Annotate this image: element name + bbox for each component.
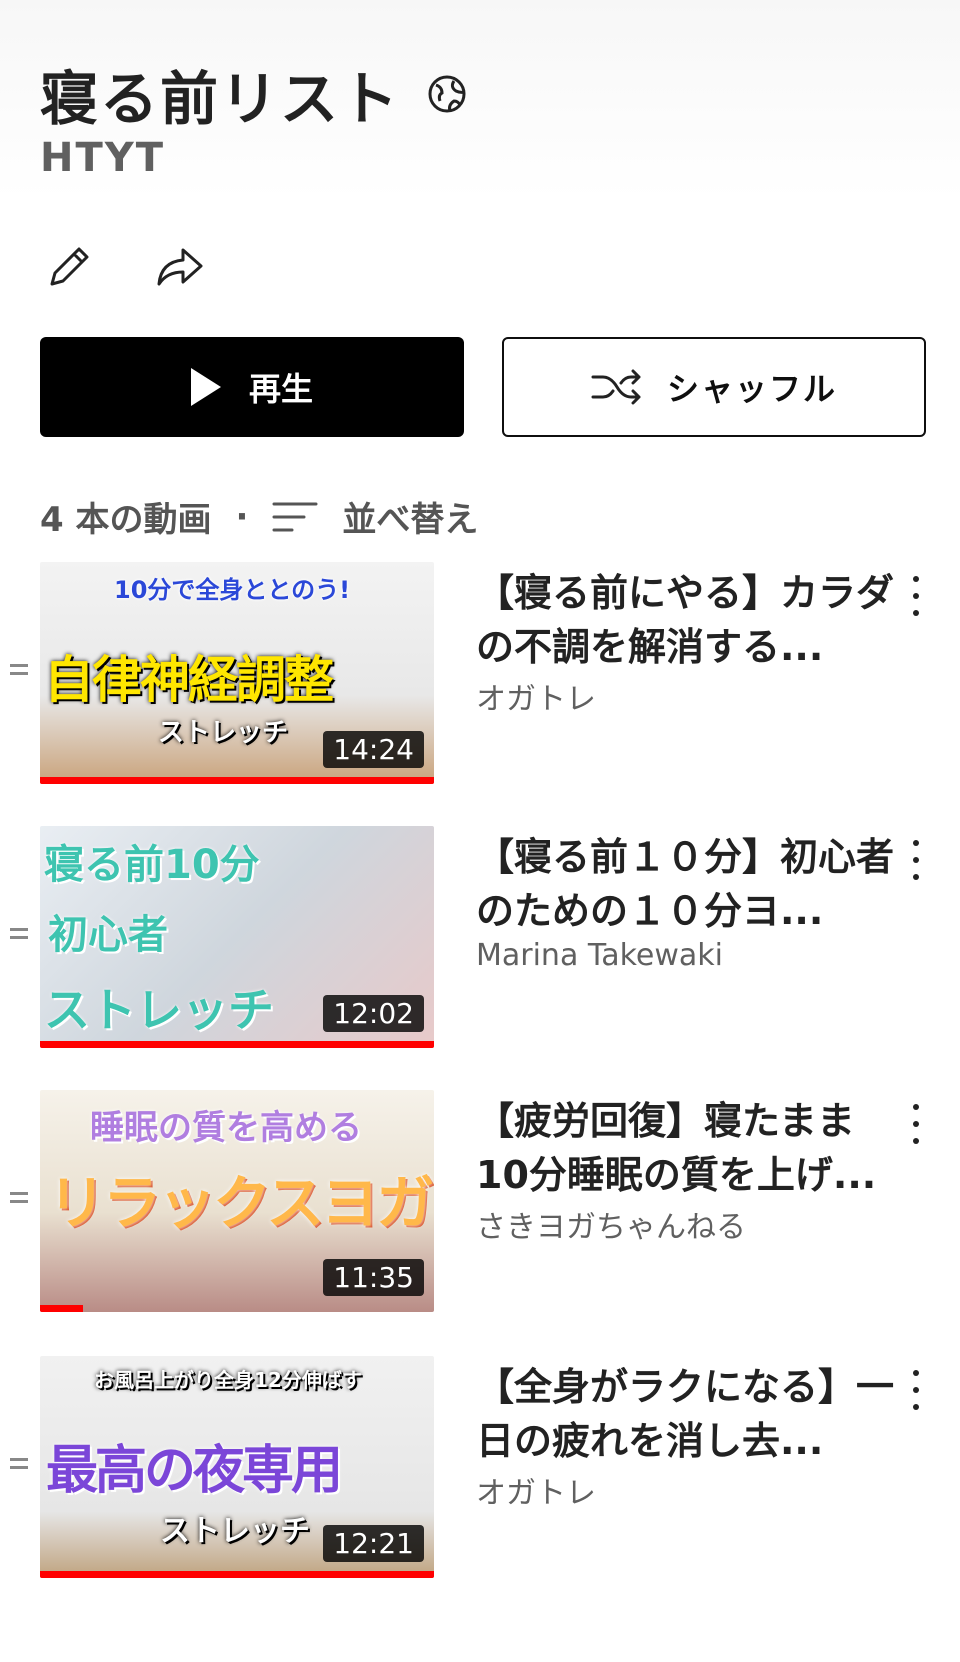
playlist-owner[interactable]: HTYT — [40, 135, 165, 181]
share-button[interactable] — [150, 236, 210, 296]
video-title[interactable]: 【疲労回復】寝たまま10分睡眠の質を上げ... — [476, 1094, 896, 1202]
video-duration: 12:21 — [323, 1525, 424, 1562]
video-duration: 11:35 — [323, 1259, 424, 1296]
drag-handle[interactable] — [10, 1458, 28, 1474]
thumb-caption-top: お風呂上がり全身12分伸ばす — [94, 1368, 362, 1392]
shuffle-icon — [591, 369, 641, 405]
playlist-title: 寝る前リスト — [40, 65, 401, 133]
play-label: 再生 — [248, 370, 313, 408]
video-channel[interactable]: さきヨガちゃんねる — [476, 1202, 746, 1246]
shuffle-button[interactable]: シャッフル — [502, 337, 926, 437]
playlist-meta: 4 本の動画 · 並べ替え — [40, 492, 478, 541]
video-thumbnail[interactable]: 寝る前10分 初心者 ストレッチ 12:02 — [40, 826, 434, 1048]
drag-handle[interactable] — [10, 664, 28, 680]
separator: · — [235, 496, 249, 537]
more-options-icon[interactable] — [906, 1370, 926, 1410]
video-channel[interactable]: Marina Takewaki — [476, 938, 723, 973]
thumb-caption-top: 10分で全身ととのう! — [114, 576, 351, 604]
sort-button[interactable]: 並べ替え — [342, 492, 478, 541]
thumb-caption-main: 初心者 — [48, 912, 168, 958]
play-icon — [190, 368, 221, 406]
video-item[interactable]: お風呂上がり全身12分伸ばす 最高の夜専用 ストレッチ 12:21 【全身がラク… — [0, 1356, 960, 1586]
watch-progress — [40, 1305, 84, 1312]
video-count: 4 本の動画 — [40, 500, 212, 540]
edit-button[interactable] — [40, 236, 100, 296]
thumb-caption-sub: ストレッチ — [158, 718, 289, 748]
drag-handle[interactable] — [10, 928, 28, 944]
playlist-header: 寝る前リスト HTYT — [0, 0, 960, 200]
video-channel[interactable]: オガトレ — [476, 674, 596, 718]
more-options-icon[interactable] — [906, 576, 926, 616]
video-duration: 14:24 — [323, 731, 424, 768]
thumb-caption-main: 自律神経調整 — [44, 651, 334, 709]
video-thumbnail[interactable]: お風呂上がり全身12分伸ばす 最高の夜専用 ストレッチ 12:21 — [40, 1356, 434, 1578]
watch-progress — [40, 777, 434, 784]
thumb-caption-sub: ストレッチ — [44, 983, 274, 1037]
more-options-icon[interactable] — [906, 840, 926, 880]
video-title[interactable]: 【寝る前にやる】カラダの不調を解消する... — [476, 566, 896, 674]
thumb-caption-sub: ストレッチ — [160, 1514, 310, 1549]
shuffle-label: シャッフル — [666, 370, 837, 408]
thumb-caption-top: 睡眠の質を高める — [90, 1108, 362, 1148]
thumb-caption-main: リラックスヨガ — [48, 1169, 434, 1237]
drag-handle[interactable] — [10, 1192, 28, 1208]
video-thumbnail[interactable]: 睡眠の質を高める リラックスヨガ 11:35 — [40, 1090, 434, 1312]
video-thumbnail[interactable]: 10分で全身ととのう! 自律神経調整 ストレッチ 14:24 — [40, 562, 434, 784]
watch-progress — [40, 1571, 434, 1578]
thumb-caption-main: 最高の夜専用 — [46, 1441, 343, 1501]
share-icon — [157, 248, 203, 286]
video-item[interactable]: 睡眠の質を高める リラックスヨガ 11:35 【疲労回復】寝たまま10分睡眠の質… — [0, 1090, 960, 1320]
video-item[interactable]: 寝る前10分 初心者 ストレッチ 12:02 【寝る前１０分】初心者のための１０… — [0, 826, 960, 1056]
video-duration: 12:02 — [323, 995, 424, 1032]
watch-progress — [40, 1041, 434, 1048]
globe-icon — [428, 75, 466, 113]
play-all-button[interactable]: 再生 — [40, 337, 464, 437]
video-title[interactable]: 【全身がラクになる】一日の疲れを消し去... — [476, 1360, 896, 1468]
sort-icon[interactable] — [272, 500, 318, 534]
title-row: 寝る前リスト — [40, 52, 468, 136]
video-item[interactable]: 10分で全身ととのう! 自律神経調整 ストレッチ 14:24 【寝る前にやる】カ… — [0, 562, 960, 792]
video-channel[interactable]: オガトレ — [476, 1468, 596, 1512]
video-title[interactable]: 【寝る前１０分】初心者のための１０分ヨ... — [476, 830, 896, 938]
more-options-icon[interactable] — [906, 1104, 926, 1144]
pencil-icon — [50, 247, 89, 286]
thumb-caption-top: 寝る前10分 — [44, 842, 260, 888]
